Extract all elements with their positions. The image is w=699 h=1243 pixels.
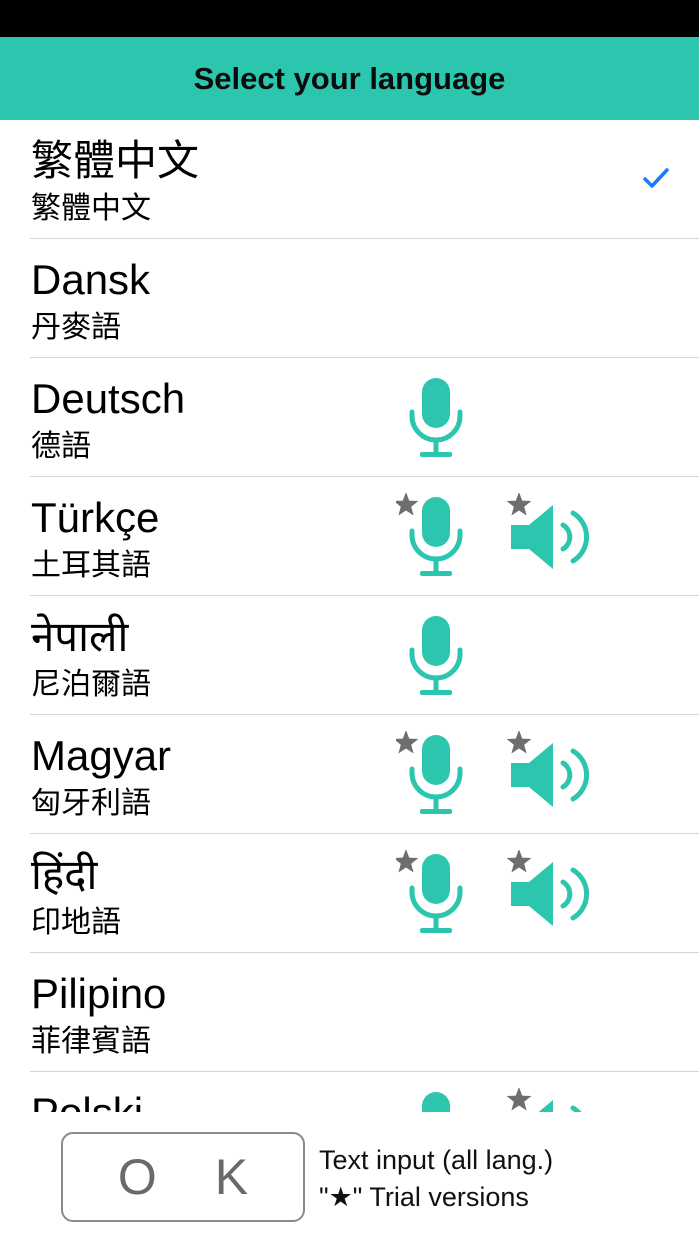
language-name-chinese: 菲律賓語: [31, 1025, 151, 1058]
legend-trial: "★" Trial versions: [319, 1182, 529, 1212]
microphone-icon: [396, 850, 463, 933]
microphone-icon: [422, 1092, 450, 1112]
language-row[interactable]: हिंदी 印地語: [0, 834, 699, 953]
legend-text-input: Text input (all lang.): [319, 1145, 554, 1175]
microphone-icon: [409, 378, 463, 457]
language-row[interactable]: नेपाली 尼泊爾語: [0, 596, 699, 715]
language-row[interactable]: 繁體中文 繁體中文: [0, 120, 699, 239]
star-icon: [506, 850, 532, 873]
header-bar: Select your language: [0, 37, 699, 120]
language-name: Polski: [31, 1090, 143, 1113]
language-name: Dansk: [31, 256, 151, 303]
speaker-icon: [506, 1088, 582, 1112]
ok-button[interactable]: O K: [61, 1132, 305, 1222]
microphone-icon: [396, 731, 463, 814]
checkmark-icon: [643, 168, 669, 188]
legend-note: Text input (all lang.) "★" Trial version…: [319, 1142, 553, 1216]
footer: O K Text input (all lang.) "★" Trial ver…: [0, 1112, 699, 1243]
language-name-chinese: 土耳其語: [31, 549, 151, 582]
language-name-chinese: 匈牙利語: [31, 787, 151, 820]
star-icon: [396, 493, 419, 516]
language-name: हिंदी: [31, 851, 98, 898]
star-icon: [506, 493, 532, 516]
language-name: नेपाली: [31, 613, 129, 660]
star-icon: [506, 1088, 532, 1111]
language-name: Deutsch: [31, 375, 186, 422]
language-row[interactable]: Deutsch 德語: [0, 358, 699, 477]
language-row[interactable]: Dansk 丹麥語: [0, 239, 699, 358]
status-bar: [0, 0, 699, 37]
language-name-chinese: 德語: [31, 430, 91, 463]
language-name: 繁體中文: [31, 137, 200, 184]
language-name-chinese: 尼泊爾語: [31, 668, 151, 701]
page-title: Select your language: [193, 60, 506, 96]
language-row[interactable]: Pilipino 菲律賓語: [0, 953, 699, 1072]
language-row[interactable]: Magyar 匈牙利語: [0, 715, 699, 834]
language-list[interactable]: 繁體中文 繁體中文 Dansk 丹麥語 Deutsch 德語 Türkçe 土耳其語 नेपाल…: [0, 120, 699, 1112]
language-name-chinese: 印地語: [31, 906, 121, 939]
speaker-icon: [506, 493, 590, 569]
microphone-icon: [396, 493, 463, 576]
speaker-icon: [506, 850, 590, 926]
microphone-icon: [409, 616, 463, 695]
star-icon: [396, 731, 419, 754]
star-icon: [506, 731, 532, 754]
language-row[interactable]: Türkçe 土耳其語: [0, 477, 699, 596]
star-icon: [396, 850, 419, 873]
language-name-chinese: 丹麥語: [31, 311, 121, 344]
language-name: Türkçe: [31, 494, 160, 541]
language-name-chinese: 繁體中文: [31, 192, 151, 225]
language-name: Pilipino: [31, 970, 167, 1017]
language-name: Magyar: [31, 732, 172, 779]
speaker-icon: [506, 731, 590, 807]
language-row[interactable]: Polski: [0, 1072, 699, 1112]
